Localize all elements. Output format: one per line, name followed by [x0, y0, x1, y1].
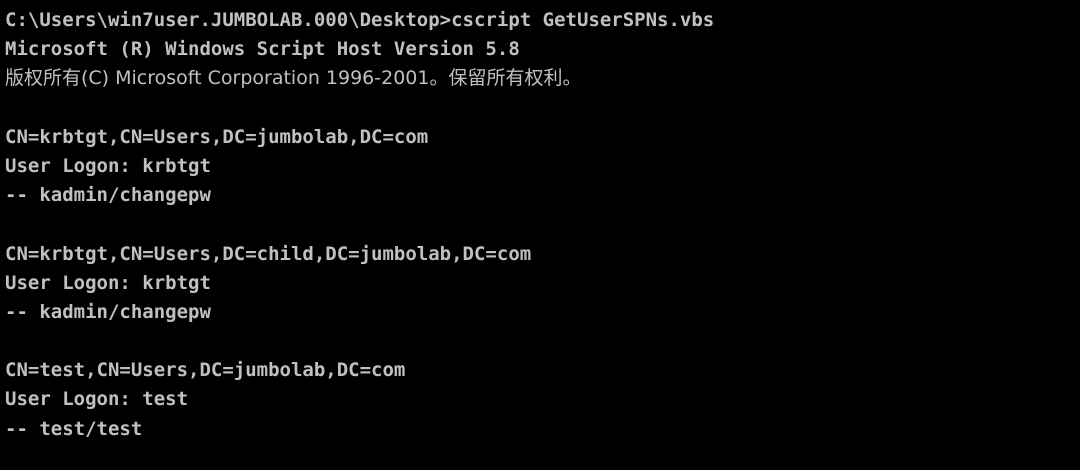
copyright-line: 版权所有(C) Microsoft Corporation 1996-2001。…: [5, 67, 582, 90]
spn-entry-logon: User Logon: krbtgt: [5, 154, 211, 177]
command-prompt-line: C:\Users\win7user.JUMBOLAB.000\Desktop>c…: [5, 9, 715, 31]
wsh-banner-line: Microsoft (R) Windows Script Host Versio…: [5, 38, 520, 61]
spn-entry-dn: CN=krbtgt,CN=Users,DC=jumbolab,DC=com: [5, 125, 429, 148]
spn-entry-spn: -- kadmin/changepw: [5, 184, 211, 207]
spn-entry-logon: User Logon: krbtgt: [5, 271, 211, 294]
spn-entry-dn: CN=test,CN=Users,DC=jumbolab,DC=com: [5, 359, 406, 382]
console-window[interactable]: C:\Users\win7user.JUMBOLAB.000\Desktop>c…: [0, 0, 1080, 470]
spn-entry-logon: User Logon: test: [5, 388, 189, 411]
spn-entry-dn: CN=krbtgt,CN=Users,DC=child,DC=jumbolab,…: [5, 242, 532, 265]
spn-entry-spn: -- kadmin/changepw: [5, 300, 211, 323]
spn-entry-spn: -- test/test: [5, 417, 143, 440]
